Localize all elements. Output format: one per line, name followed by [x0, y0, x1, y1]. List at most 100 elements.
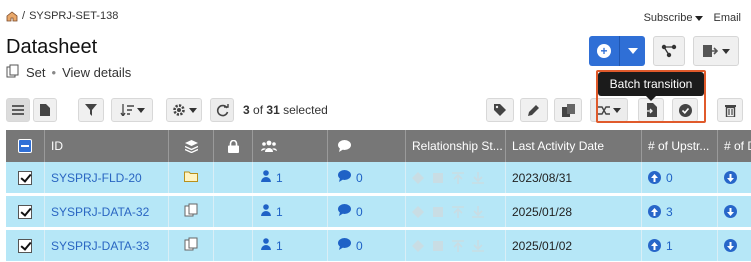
- downstream-arrow-circle-icon[interactable]: [724, 205, 737, 218]
- selected-label: selected: [283, 103, 328, 117]
- row-checkbox[interactable]: [18, 238, 32, 253]
- relationship-status-cell: [406, 230, 506, 261]
- create-button[interactable]: +: [589, 36, 619, 66]
- row-checkbox[interactable]: [18, 170, 32, 185]
- users-cell: 1: [253, 162, 328, 193]
- downstream-arrow-icon: [472, 205, 484, 218]
- settings-menu-button[interactable]: [166, 98, 202, 122]
- plus-icon: +: [597, 44, 611, 58]
- row-checkbox[interactable]: [18, 204, 32, 219]
- type-cell: [169, 230, 214, 261]
- column-header-users[interactable]: [253, 130, 328, 162]
- comments-count[interactable]: 0: [356, 239, 363, 253]
- item-id-link[interactable]: SYSPRJ-DATA-33: [51, 239, 149, 253]
- refresh-button[interactable]: [210, 98, 234, 122]
- comments-count[interactable]: 0: [356, 171, 363, 185]
- check-circle-icon: [678, 103, 692, 117]
- export-icon: [703, 45, 718, 57]
- row-select-cell: [6, 230, 45, 261]
- upstream-arrow-circle-icon: [648, 205, 661, 218]
- subscribe-menu[interactable]: Subscribe: [644, 12, 704, 24]
- users-count[interactable]: 1: [276, 171, 283, 185]
- lock-cell: [214, 196, 253, 227]
- users-count[interactable]: 1: [276, 239, 283, 253]
- list-view-button[interactable]: [6, 98, 30, 122]
- comment-icon: [338, 204, 351, 219]
- downstream-cell: [718, 196, 751, 227]
- trash-icon: [724, 104, 736, 117]
- item-id-link[interactable]: SYSPRJ-FLD-20: [51, 171, 142, 185]
- users-icon: [261, 140, 277, 152]
- relationship-graph-button[interactable]: [653, 36, 685, 66]
- upstream-count[interactable]: 1: [666, 239, 673, 253]
- view-details-link[interactable]: View details: [62, 65, 131, 80]
- table-row[interactable]: SYSPRJ-FLD-20 1 0 2023/08/31 0: [6, 162, 751, 196]
- column-header-relationship-status[interactable]: Relationship St...: [406, 130, 506, 162]
- document-icon: [40, 104, 50, 116]
- id-cell: SYSPRJ-FLD-20: [45, 162, 169, 193]
- user-icon: [261, 238, 271, 253]
- total-count: 31: [266, 103, 280, 117]
- comment-icon: [338, 140, 351, 152]
- selected-count: 3: [243, 103, 250, 117]
- type-label: Set: [26, 65, 46, 80]
- filter-button[interactable]: [78, 98, 104, 122]
- column-header-lock[interactable]: [214, 130, 253, 162]
- comments-cell: 0: [328, 162, 406, 193]
- relation-icon: [412, 239, 424, 252]
- export-menu-button[interactable]: [693, 36, 739, 66]
- edit-button[interactable]: [520, 98, 548, 122]
- user-icon: [261, 204, 271, 219]
- upstream-cell: 1: [642, 230, 718, 261]
- column-header-id[interactable]: ID: [45, 130, 169, 162]
- selection-count: 3 of 31 selected: [243, 103, 328, 117]
- home-icon[interactable]: [6, 10, 18, 22]
- id-cell: SYSPRJ-DATA-33: [45, 230, 169, 261]
- comments-count[interactable]: 0: [356, 205, 363, 219]
- breadcrumb-project-link[interactable]: SYSPRJ-SET-138: [29, 10, 118, 22]
- users-count[interactable]: 1: [276, 205, 283, 219]
- row-select-cell: [6, 162, 45, 193]
- transition-menu-button[interactable]: [590, 98, 628, 122]
- datasheet-table: ID Relationship St... Last Activity Date…: [6, 130, 751, 262]
- set-icon: [6, 64, 20, 81]
- relation-icon: [433, 206, 443, 217]
- sort-menu-button[interactable]: [111, 98, 153, 122]
- column-header-downstream[interactable]: # of D: [718, 130, 751, 162]
- batch-transition-tooltip: Batch transition: [598, 72, 704, 101]
- top-bar: / SYSPRJ-SET-138 Subscribe Email: [6, 10, 741, 26]
- sort-icon: [119, 104, 134, 116]
- document-view-button[interactable]: [33, 98, 57, 122]
- tag-button[interactable]: [486, 98, 514, 122]
- caret-down-icon: [188, 107, 197, 113]
- downstream-arrow-circle-icon[interactable]: [724, 171, 737, 184]
- column-header-last-activity[interactable]: Last Activity Date: [506, 130, 642, 162]
- user-icon: [261, 170, 271, 185]
- batch-transition-button[interactable]: [638, 98, 664, 122]
- column-header-upstream[interactable]: # of Upstr...: [642, 130, 718, 162]
- caret-down-icon: [695, 15, 704, 21]
- table-row[interactable]: SYSPRJ-DATA-32 1 0 2025/01/28 3: [6, 196, 751, 230]
- caret-down-icon: [722, 48, 730, 54]
- copy-button[interactable]: [554, 98, 582, 122]
- comment-icon: [338, 238, 351, 253]
- item-id-link[interactable]: SYSPRJ-DATA-32: [51, 205, 149, 219]
- approve-button[interactable]: [672, 98, 698, 122]
- shuffle-icon: [597, 105, 610, 115]
- column-header-comments[interactable]: [328, 130, 406, 162]
- downstream-arrow-icon: [472, 171, 484, 184]
- upstream-count[interactable]: 3: [666, 205, 673, 219]
- lock-icon: [227, 139, 239, 153]
- create-dropdown-button[interactable]: [619, 36, 645, 66]
- downstream-arrow-circle-icon[interactable]: [724, 239, 737, 252]
- column-header-type[interactable]: [169, 130, 214, 162]
- email-link[interactable]: Email: [713, 12, 741, 24]
- table-row[interactable]: SYSPRJ-DATA-33 1 0 2025/01/02 1: [6, 230, 751, 262]
- row-select-cell: [6, 196, 45, 227]
- upstream-count[interactable]: 0: [666, 171, 673, 185]
- relation-icon: [412, 171, 424, 184]
- select-all-checkbox[interactable]: [18, 139, 32, 153]
- lock-cell: [214, 230, 253, 261]
- delete-button[interactable]: [717, 98, 743, 122]
- layers-icon: [184, 139, 198, 153]
